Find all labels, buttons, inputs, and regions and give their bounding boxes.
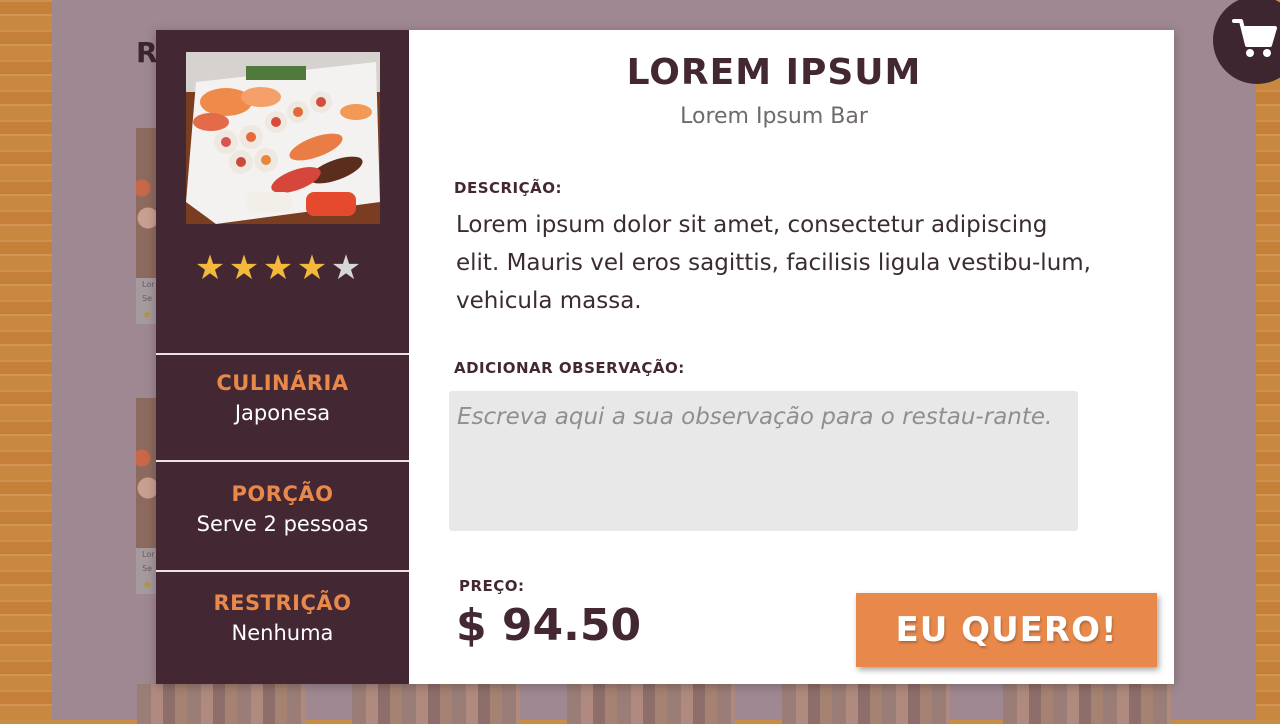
background-card-image [137, 684, 305, 724]
background-card: Lor Se ★ [136, 398, 156, 594]
description-text: Lorem ipsum dolor sit amet, consectetur … [456, 212, 1091, 314]
background-card-image [1003, 684, 1171, 724]
star-filled-icon: ★ [194, 248, 226, 288]
shopping-cart-icon [1232, 19, 1277, 57]
background-card-text: Se [142, 294, 152, 303]
order-button[interactable]: EU QUERO! [856, 593, 1157, 667]
restriction-label: RESTRIÇÃO [213, 591, 352, 615]
cuisine-section: CULINÁRIA Japonesa [156, 371, 409, 425]
restaurant-name: Lorem Ipsum Bar [680, 104, 868, 129]
price-value: $ 94.50 [456, 600, 642, 651]
background-heading: R [136, 36, 158, 69]
portion-section: PORÇÃO Serve 2 pessoas [156, 482, 409, 536]
background-card-text: Lor [142, 550, 155, 559]
background-card-star-icon: ★ [142, 308, 152, 321]
product-modal: ★ ★ ★ ★ ★ CULINÁRIA Japonesa PORÇÃO Serve 2 … [156, 30, 1174, 684]
section-divider [156, 353, 409, 355]
price-label: PREÇO: [459, 577, 525, 595]
star-empty-icon: ★ [330, 248, 362, 288]
background-card-image [136, 128, 156, 278]
section-divider [156, 460, 409, 462]
background-card-star-icon: ★ [142, 578, 152, 591]
background-card: Lor Se ★ [136, 128, 156, 324]
observation-label: ADICIONAR OBSERVAÇÃO: [454, 359, 685, 377]
background-card-text: Lor [142, 280, 155, 289]
portion-value: Serve 2 pessoas [196, 512, 369, 536]
observation-input[interactable] [449, 391, 1078, 531]
rating-stars: ★ ★ ★ ★ ★ [193, 248, 363, 288]
star-filled-icon: ★ [296, 248, 328, 288]
cuisine-label: CULINÁRIA [216, 371, 349, 395]
background-card-text: Se [142, 564, 152, 573]
star-filled-icon: ★ [228, 248, 260, 288]
background-card-image [567, 684, 735, 724]
product-sidebar: ★ ★ ★ ★ ★ CULINÁRIA Japonesa PORÇÃO Serve 2 … [156, 30, 409, 684]
portion-label: PORÇÃO [231, 482, 334, 506]
background-card-image [782, 684, 950, 724]
restriction-section: RESTRIÇÃO Nenhuma [156, 591, 409, 645]
section-divider [156, 570, 409, 572]
description-label: DESCRIÇÃO: [454, 179, 563, 197]
restriction-value: Nenhuma [231, 621, 334, 645]
cuisine-value: Japonesa [234, 401, 331, 425]
star-filled-icon: ★ [262, 248, 294, 288]
background-card-image [136, 398, 156, 548]
background-card-image [352, 684, 520, 724]
product-title: LOREM IPSUM [626, 52, 922, 93]
dish-photo [186, 52, 380, 224]
